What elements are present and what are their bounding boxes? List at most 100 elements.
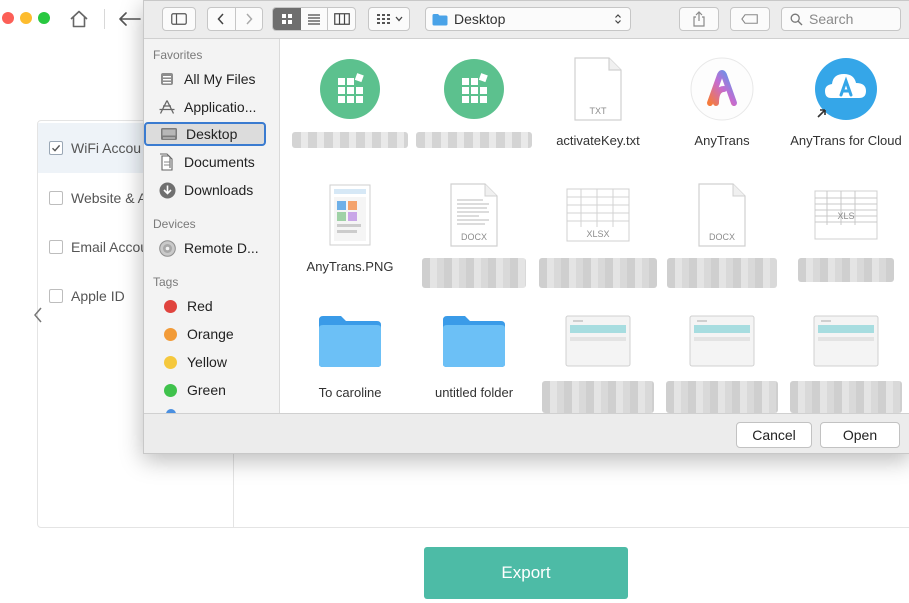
file-name-blurred (422, 258, 526, 288)
tag-button[interactable] (730, 7, 770, 31)
search-icon (790, 13, 803, 25)
sidebar-tag-orange[interactable]: Orange (158, 322, 274, 346)
arrange-grid-icon (376, 14, 390, 24)
toolbar-separator (104, 9, 105, 29)
file-grid: TXT activateKey.txt AnyTrans AnyTrans fo… (281, 39, 909, 413)
checkbox[interactable] (49, 240, 63, 254)
sidebar-tag-green[interactable]: Green (158, 378, 274, 402)
file-item-anytrans-cloud[interactable]: AnyTrans for Cloud (784, 39, 908, 154)
minimize-window-button[interactable] (20, 12, 32, 24)
file-item[interactable]: XLSX (536, 165, 660, 288)
zoom-window-button[interactable] (38, 12, 50, 24)
docx-file-icon: DOCX (688, 181, 756, 249)
icon-view-button[interactable] (273, 8, 301, 30)
category-label: Website & A (71, 190, 148, 206)
sidebar-toggle-button[interactable] (162, 7, 196, 31)
file-item-anytrans-png[interactable]: AnyTrans.PNG (288, 165, 412, 280)
file-item-activatekey[interactable]: TXT activateKey.txt (536, 39, 660, 154)
file-name-blurred (667, 258, 777, 288)
yellow-tag-dot-icon (164, 355, 177, 369)
chevron-down-icon (395, 16, 402, 22)
back-button[interactable] (208, 8, 235, 30)
close-window-button[interactable] (2, 12, 14, 24)
icon-view-icon (281, 14, 292, 24)
file-name-blurred (790, 381, 902, 413)
dialog-sidebar: Favorites All My Files Applicatio... Des… (144, 39, 280, 413)
file-item[interactable]: XLS (784, 165, 908, 282)
sidebar-item-applications[interactable]: Applicatio... (158, 95, 274, 119)
group-by-menu-button[interactable] (368, 7, 410, 31)
sidebar-item-label: Remote D... (184, 240, 259, 256)
list-view-icon (307, 14, 320, 25)
anytrans-app-icon (688, 55, 756, 123)
screenshot-thumb-icon (688, 307, 756, 375)
sidebar-item-downloads[interactable]: Downloads (158, 178, 274, 202)
search-field[interactable]: Search (781, 7, 901, 31)
forward-button[interactable] (236, 8, 263, 30)
file-item[interactable]: DOCX (412, 165, 536, 288)
open-file-dialog: Desktop Search Favorites All My Files Ap… (143, 0, 909, 454)
checkbox[interactable] (49, 141, 63, 155)
sidebar-item-label: Applicatio... (184, 99, 257, 115)
cancel-button[interactable]: Cancel (736, 422, 812, 448)
share-button[interactable] (679, 7, 719, 31)
category-label: Apple ID (71, 288, 125, 304)
chevron-right-icon (246, 13, 253, 25)
favorites-header: Favorites (153, 48, 203, 62)
sidebar-tag-yellow[interactable]: Yellow (158, 350, 274, 374)
xlsx-file-icon: XLSX (564, 181, 632, 249)
sidebar-item-label: Green (187, 382, 226, 398)
file-type-badge: DOCX (461, 232, 487, 242)
remote-disc-icon (158, 239, 176, 257)
dialog-toolbar: Desktop Search (144, 1, 909, 39)
green-app-icon (316, 55, 384, 123)
documents-icon (158, 153, 176, 171)
export-button[interactable]: Export (424, 547, 628, 599)
orange-tag-dot-icon (164, 327, 177, 341)
screenshot-thumb-icon (812, 307, 880, 375)
file-name-blurred (292, 132, 408, 148)
devices-header: Devices (153, 217, 196, 231)
file-item[interactable] (660, 291, 784, 413)
file-item-to-caroline[interactable]: To caroline (288, 291, 412, 406)
location-label: Desktop (454, 11, 506, 27)
applications-icon (158, 98, 176, 116)
file-name: untitled folder (434, 385, 514, 400)
sidebar-item-all-my-files[interactable]: All My Files (158, 67, 274, 91)
search-placeholder: Search (809, 11, 854, 27)
file-item-anytrans[interactable]: AnyTrans (660, 39, 784, 154)
back-arrow-icon[interactable] (116, 8, 142, 30)
file-name-blurred (416, 132, 532, 148)
file-item[interactable] (412, 39, 536, 154)
file-type-badge: TXT (590, 106, 608, 116)
list-view-button[interactable] (301, 8, 328, 30)
sidebar-item-label: All My Files (184, 71, 256, 87)
green-tag-dot-icon (164, 383, 177, 397)
file-item-untitled-folder[interactable]: untitled folder (412, 291, 536, 406)
file-name: activateKey.txt (556, 133, 640, 148)
file-name: AnyTrans for Cloud (790, 133, 902, 148)
sidebar-item-documents[interactable]: Documents (158, 150, 274, 174)
file-item[interactable]: DOCX (660, 165, 784, 288)
file-name-blurred (542, 381, 654, 413)
column-view-button[interactable] (328, 8, 355, 30)
checkbox[interactable] (49, 289, 63, 303)
open-button[interactable]: Open (820, 422, 900, 448)
sidebar-tag-red[interactable]: Red (158, 294, 274, 318)
txt-file-icon: TXT (564, 55, 632, 123)
sidebar-item-remote-disc[interactable]: Remote D... (158, 236, 274, 260)
sidebar-item-label: Desktop (186, 126, 238, 142)
file-item[interactable] (784, 291, 908, 413)
file-type-badge: XLSX (586, 229, 609, 239)
file-item[interactable] (288, 39, 412, 154)
file-name: AnyTrans (694, 133, 750, 148)
checkbox[interactable] (49, 191, 63, 205)
red-tag-dot-icon (164, 299, 177, 313)
location-dropdown[interactable]: Desktop (425, 7, 631, 31)
file-name-blurred (798, 258, 894, 282)
file-item[interactable] (536, 291, 660, 413)
home-icon[interactable] (68, 8, 90, 30)
folder-icon (440, 307, 508, 375)
chevron-left-icon[interactable] (32, 306, 44, 324)
sidebar-item-desktop[interactable]: Desktop (144, 122, 266, 146)
